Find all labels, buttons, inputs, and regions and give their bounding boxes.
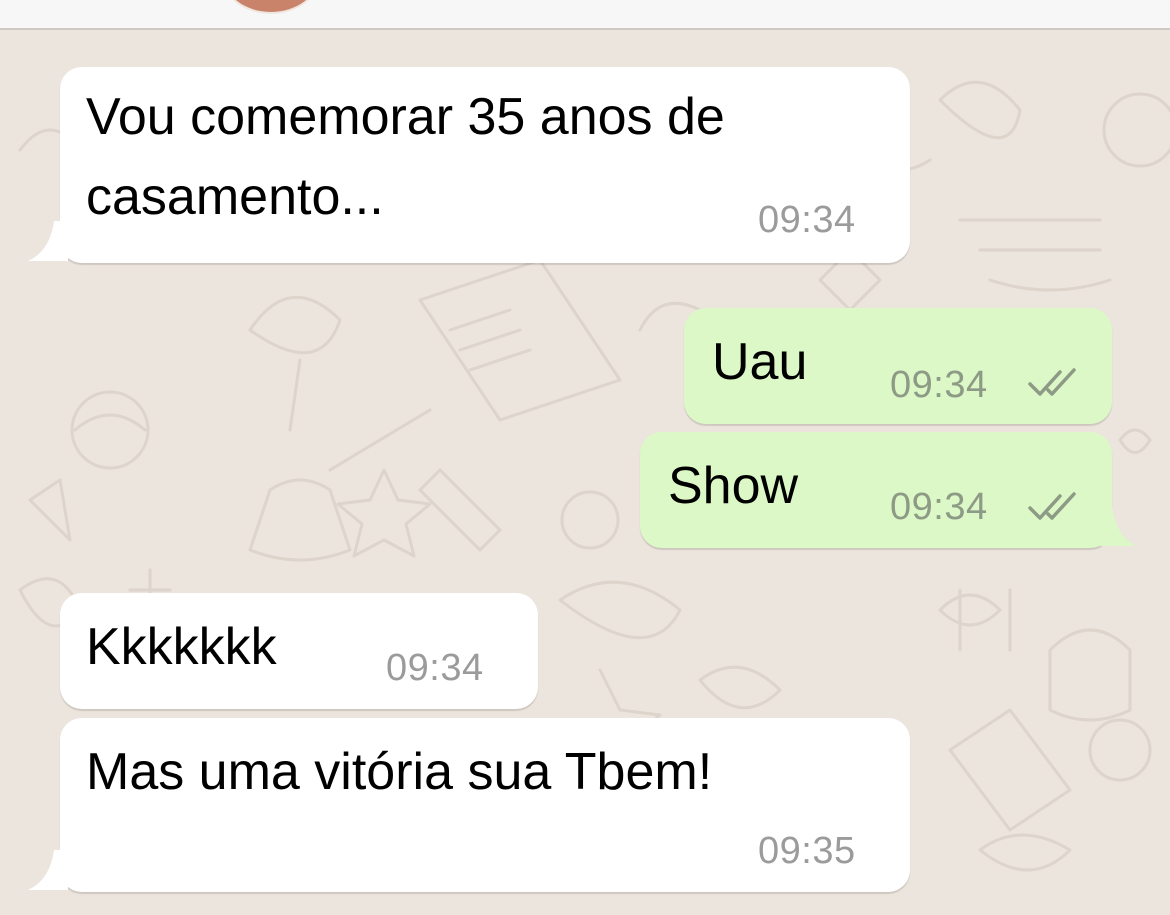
message-timestamp: 09:34 <box>890 486 988 528</box>
outgoing-message[interactable]: Uau 09:34 <box>684 308 1112 424</box>
chat-header <box>0 0 1170 30</box>
message-timestamp: 09:34 <box>890 364 988 406</box>
contact-avatar[interactable] <box>222 0 320 14</box>
double-check-icon <box>1028 492 1076 520</box>
incoming-message[interactable]: Vou comemorar 35 anos de casamento... 09… <box>28 67 910 263</box>
message-text: Kkkkkkk <box>86 618 277 676</box>
incoming-message[interactable]: Mas uma vitória sua Tbem! 09:35 <box>28 718 910 892</box>
message-timestamp: 09:34 <box>758 199 856 241</box>
message-text: Uau <box>712 333 808 391</box>
bubble-tail <box>28 221 68 261</box>
message-text: Mas uma vitória sua Tbem! <box>86 743 713 801</box>
bubble-tail <box>1100 506 1136 546</box>
incoming-message[interactable]: Kkkkkkk 09:34 <box>60 593 538 709</box>
double-check-icon <box>1028 368 1076 396</box>
outgoing-message[interactable]: Show 09:34 <box>640 432 1136 548</box>
message-text: Vou comemorar 35 anos de casamento... <box>86 88 725 226</box>
message-timestamp: 09:34 <box>386 647 484 689</box>
message-timestamp: 09:35 <box>758 830 856 872</box>
message-text: Show <box>668 457 799 515</box>
bubble-tail <box>28 850 68 890</box>
